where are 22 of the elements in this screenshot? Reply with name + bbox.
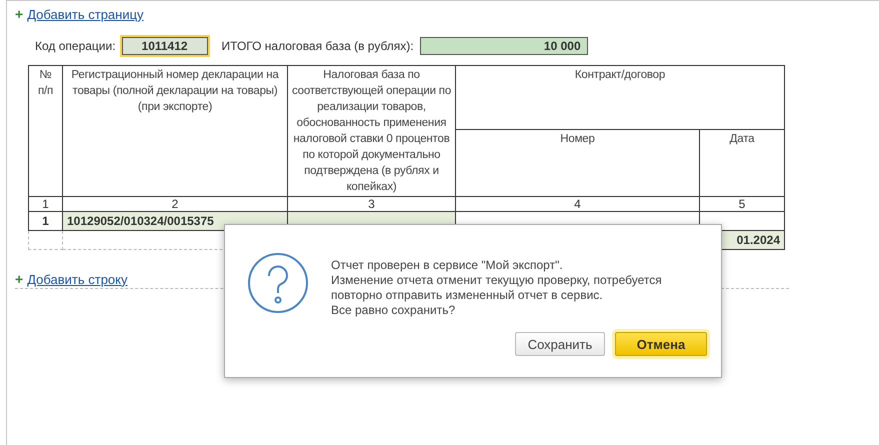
operation-code-field[interactable]: 1011412 (122, 37, 208, 55)
column-header: Регистрационный номер декларации на товары (полной декларации на товары) (при экспорте) (62, 66, 288, 196)
operation-code-label: Код операции: (35, 39, 116, 53)
dialog-message: Изменение отчета отменит текущую проверку, потребуется (331, 273, 662, 288)
question-icon (247, 252, 309, 314)
total-label: ИТОГО налоговая база (в рублях): (222, 39, 414, 53)
plus-icon: + (15, 271, 24, 287)
column-header: № п/п (28, 66, 62, 196)
plus-icon: + (15, 6, 24, 22)
save-button[interactable]: Сохранить (515, 332, 605, 356)
column-header: Налоговая база по соответствующей операции по реализации товаров, обоснованность применения налоговой ставки 0 процентов по которой документально подтверждена (в рублях и копейках) (288, 66, 456, 196)
dialog-message: повторно отправить измененный отчет в сервис. (331, 288, 604, 303)
total-field[interactable]: 10 000 (420, 37, 588, 55)
table-cell: 1 (28, 212, 62, 230)
cancel-button[interactable]: Отмена (615, 332, 707, 356)
add-page-link[interactable]: Добавить страницу (27, 6, 144, 22)
column-header: Контракт/договор (456, 66, 784, 130)
column-header: Номер (456, 130, 700, 196)
add-row-link[interactable]: Добавить строку (27, 272, 128, 286)
dialog-message: Все равно сохранить? (331, 303, 456, 318)
dialog-message: Отчет проверен в сервисе "Мой экспорт". (331, 258, 564, 273)
column-header: Дата (700, 130, 784, 196)
